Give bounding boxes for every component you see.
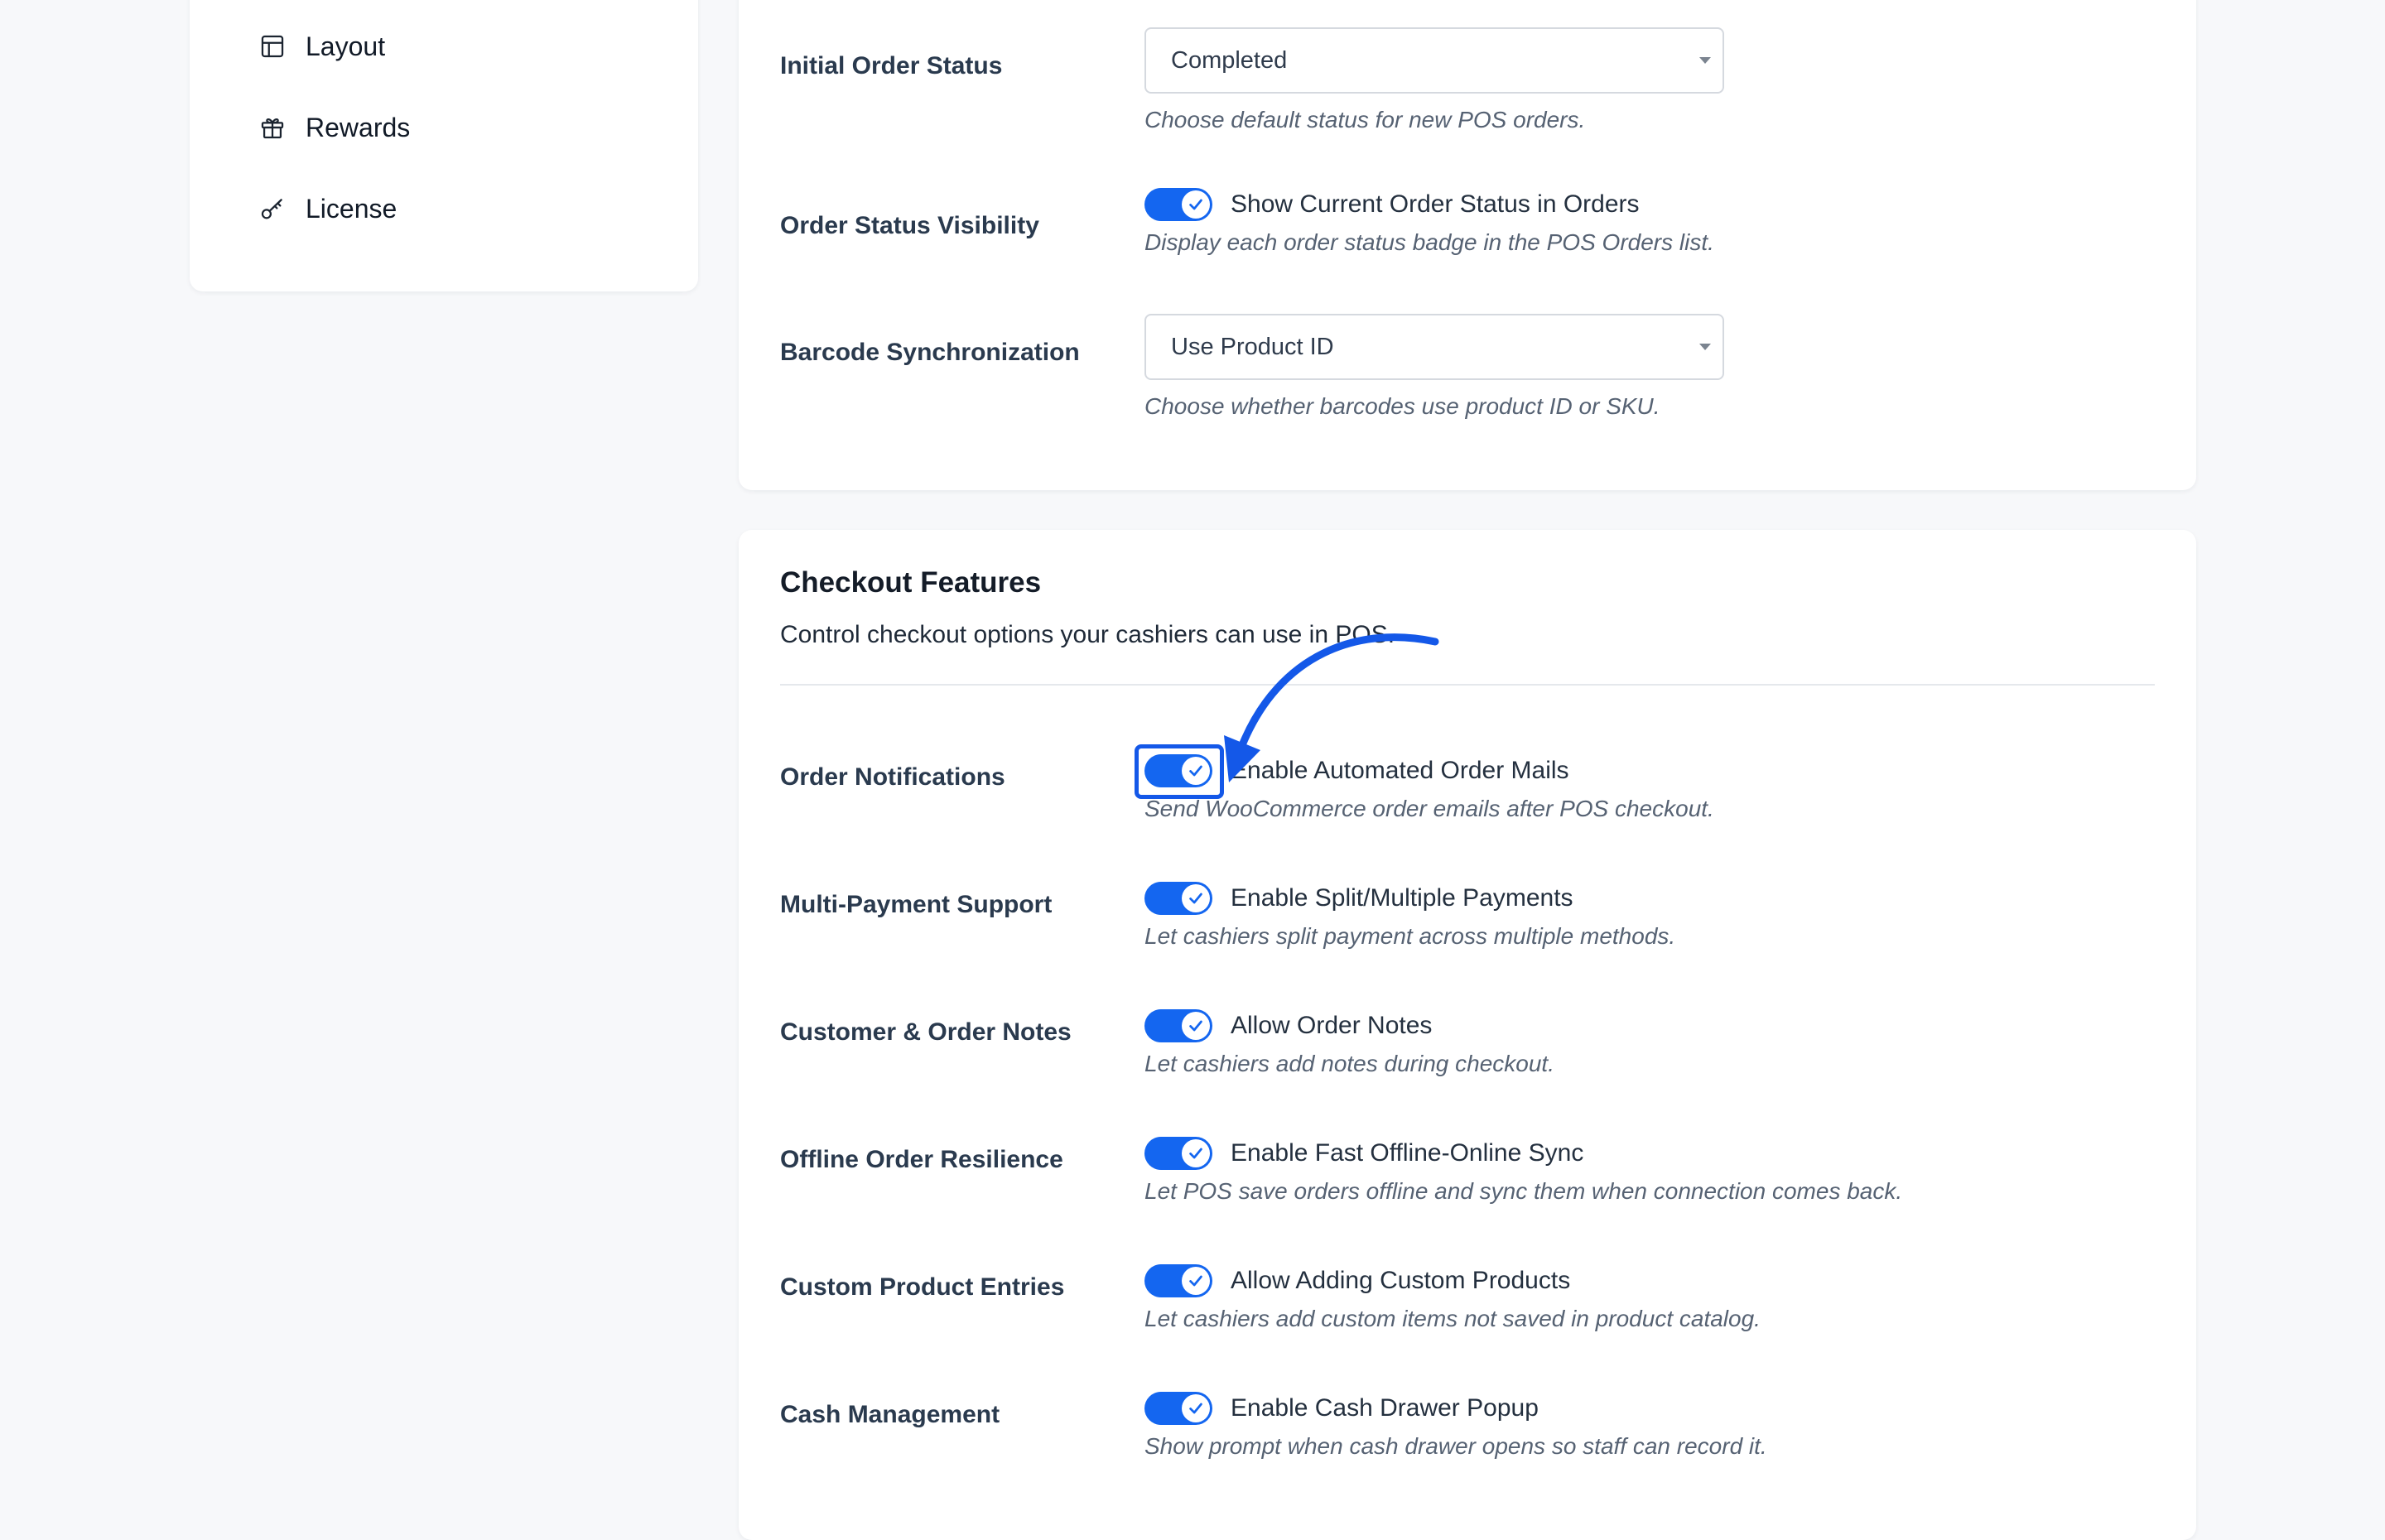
section-title: Checkout Features xyxy=(780,566,1042,599)
customer-order-notes-label: Customer & Order Notes xyxy=(780,1018,1072,1046)
order-notifications-help: Send WooCommerce order emails after POS … xyxy=(1144,796,1714,821)
custom-products-help: Let cashiers add custom items not saved … xyxy=(1144,1306,1761,1331)
initial-order-status-select[interactable]: Completed xyxy=(1144,27,1724,94)
cash-management-label: Cash Management xyxy=(780,1401,1000,1428)
offline-order-resilience-label: Offline Order Resilience xyxy=(780,1146,1063,1173)
offline-sync-toggle[interactable] xyxy=(1144,1137,1212,1170)
barcode-sync-label: Barcode Synchronization xyxy=(780,339,1080,366)
check-icon xyxy=(1182,884,1210,912)
check-icon xyxy=(1182,190,1210,219)
section-subtitle: Control checkout options your cashiers c… xyxy=(780,621,1395,648)
order-notifications-toggle-label: Enable Automated Order Mails xyxy=(1231,757,1569,784)
sidebar-item-label: Layout xyxy=(306,31,386,61)
divider xyxy=(780,684,2155,686)
select-value: Use Product ID xyxy=(1171,333,1334,360)
sidebar-item-license[interactable]: License xyxy=(258,184,397,233)
custom-products-toggle-label: Allow Adding Custom Products xyxy=(1231,1267,1571,1294)
chevron-down-icon xyxy=(1699,57,1711,64)
sidebar-item-label: Rewards xyxy=(306,112,411,142)
settings-sidebar: Layout Rewards License xyxy=(190,0,698,291)
highlight-box xyxy=(1135,744,1224,799)
multi-payment-toggle-label: Enable Split/Multiple Payments xyxy=(1231,884,1573,912)
sidebar-item-rewards[interactable]: Rewards xyxy=(258,103,410,152)
sidebar-item-label: License xyxy=(306,193,398,224)
order-notes-toggle-label: Allow Order Notes xyxy=(1231,1012,1433,1039)
cash-management-control: Enable Cash Drawer Popup xyxy=(1144,1388,1539,1429)
order-notifications-toggle[interactable] xyxy=(1135,744,1224,799)
offline-sync-help: Let POS save orders offline and sync the… xyxy=(1144,1178,1903,1204)
general-settings-card: Initial Order Status Completed Choose de… xyxy=(739,0,2196,490)
customer-order-notes-control: Allow Order Notes xyxy=(1144,1005,1432,1047)
multi-payment-control: Enable Split/Multiple Payments xyxy=(1144,878,1573,919)
cash-drawer-toggle-label: Enable Cash Drawer Popup xyxy=(1231,1394,1539,1422)
order-status-visibility-control: Show Current Order Status in Orders xyxy=(1144,184,1640,225)
offline-sync-toggle-label: Enable Fast Offline-Online Sync xyxy=(1231,1139,1584,1167)
checkout-features-card: Checkout Features Control checkout optio… xyxy=(739,530,2196,1540)
custom-product-entries-control: Allow Adding Custom Products xyxy=(1144,1260,1570,1302)
key-icon xyxy=(258,194,287,224)
custom-product-entries-label: Custom Product Entries xyxy=(780,1273,1065,1301)
order-notes-toggle[interactable] xyxy=(1144,1009,1212,1042)
order-status-visibility-toggle-label: Show Current Order Status in Orders xyxy=(1231,190,1640,218)
multi-payment-label: Multi-Payment Support xyxy=(780,891,1053,918)
check-icon xyxy=(1182,1267,1210,1295)
order-status-visibility-toggle[interactable] xyxy=(1144,188,1212,221)
check-icon xyxy=(1182,1394,1210,1422)
order-notifications-control: Enable Automated Order Mails xyxy=(1135,744,1569,799)
order-status-visibility-help: Display each order status badge in the P… xyxy=(1144,229,1714,255)
barcode-sync-control: Use Product ID xyxy=(1144,314,1724,380)
offline-order-resilience-control: Enable Fast Offline-Online Sync xyxy=(1144,1133,1583,1174)
check-icon xyxy=(1182,1139,1210,1167)
gift-icon xyxy=(258,113,287,142)
barcode-sync-help: Choose whether barcodes use product ID o… xyxy=(1144,393,1660,419)
order-status-visibility-label: Order Status Visibility xyxy=(780,212,1039,239)
layout-icon xyxy=(258,31,287,61)
cash-drawer-toggle[interactable] xyxy=(1144,1392,1212,1425)
check-icon xyxy=(1182,1012,1210,1040)
initial-order-status-label: Initial Order Status xyxy=(780,52,1003,79)
initial-order-status-help: Choose default status for new POS orders… xyxy=(1144,107,1586,132)
select-value: Completed xyxy=(1171,46,1288,74)
multi-payment-toggle[interactable] xyxy=(1144,882,1212,915)
cash-drawer-help: Show prompt when cash drawer opens so st… xyxy=(1144,1433,1767,1459)
order-notifications-label: Order Notifications xyxy=(780,763,1005,791)
check-icon xyxy=(1182,757,1210,785)
chevron-down-icon xyxy=(1699,344,1711,350)
multi-payment-help: Let cashiers split payment across multip… xyxy=(1144,923,1676,949)
barcode-sync-select[interactable]: Use Product ID xyxy=(1144,314,1724,380)
order-notes-help: Let cashiers add notes during checkout. xyxy=(1144,1051,1554,1076)
custom-products-toggle[interactable] xyxy=(1144,1264,1212,1297)
sidebar-item-layout[interactable]: Layout xyxy=(258,22,385,71)
initial-order-status-control: Completed xyxy=(1144,27,1724,94)
